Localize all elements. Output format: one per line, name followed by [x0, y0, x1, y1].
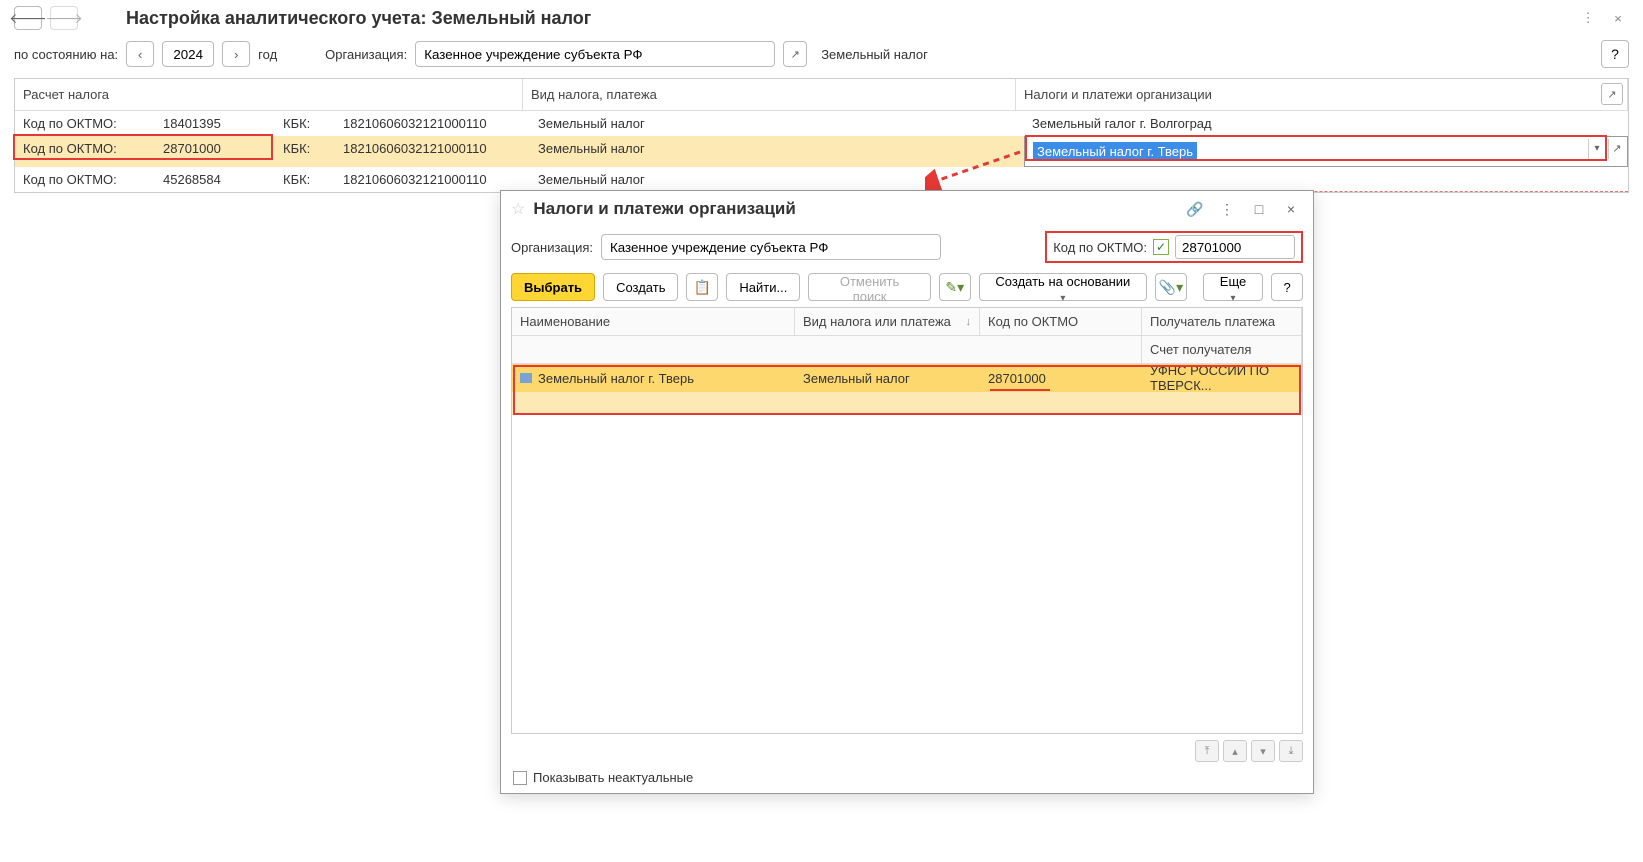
kbk-value: 18210606032121000110 — [335, 136, 530, 167]
kind-value: Земельный налог — [530, 167, 1024, 192]
org-input[interactable] — [415, 41, 775, 67]
close-icon[interactable]: × — [1279, 197, 1303, 221]
modal-dialog: ☆ Налоги и платежи организаций 🔗 ⋮ □ × О… — [500, 190, 1314, 794]
kbk-label: КБК: — [275, 167, 335, 192]
oktmo-value: 18401395 — [155, 111, 275, 136]
star-icon[interactable]: ☆ — [511, 199, 525, 219]
nav-up-icon[interactable]: ▴ — [1223, 740, 1247, 762]
kebab-icon[interactable]: ⋮ — [1577, 7, 1599, 29]
date-label: по состоянию на: — [14, 47, 118, 62]
org-open-button[interactable]: ↗ — [783, 41, 807, 67]
attach-icon[interactable]: 📎▾ — [1155, 273, 1187, 301]
oktmo-filter-input[interactable] — [1175, 235, 1295, 259]
kind-value: Земельный налог — [530, 111, 1024, 136]
oktmo-value: 28701000 — [155, 136, 275, 167]
oktmo-label: Код по ОКТМО: — [15, 167, 155, 192]
modal-table: Наименование Вид налога или платежа ↓ Ко… — [511, 307, 1303, 734]
nav-last-icon[interactable]: ⤓ — [1279, 740, 1303, 762]
oktmo-filter: Код по ОКТМО: ✓ — [1045, 231, 1303, 263]
table-row[interactable]: Код по ОКТМО: 28701000 КБК: 182106060321… — [15, 136, 1628, 167]
find-button[interactable]: Найти... — [726, 273, 800, 301]
year-prev-button[interactable]: ‹ — [126, 41, 154, 67]
annotation-underline — [990, 389, 1050, 391]
col-header-kind[interactable]: Вид налога или платежа ↓ — [795, 308, 980, 335]
kbk-value: 18210606032121000110 — [335, 167, 530, 192]
col-header-name[interactable]: Наименование — [512, 308, 795, 335]
tax-type-label: Земельный налог — [821, 47, 928, 62]
edit-icon[interactable]: ✎▾ — [939, 273, 971, 301]
select-button[interactable]: Выбрать — [511, 273, 595, 301]
table-row[interactable]: Код по ОКТМО: 18401395 КБК: 182106060321… — [15, 111, 1628, 136]
nav-down-icon[interactable]: ▾ — [1251, 740, 1275, 762]
maximize-icon[interactable]: □ — [1247, 197, 1271, 221]
modal-help-button[interactable]: ? — [1271, 273, 1303, 301]
create-button[interactable]: Создать — [603, 273, 678, 301]
list-item[interactable]: Земельный налог г. Тверь Земельный налог… — [512, 364, 1302, 392]
more-button[interactable]: Еще — [1203, 273, 1263, 301]
create-based-button[interactable]: Создать на основании — [979, 273, 1147, 301]
show-inactive-checkbox[interactable] — [513, 771, 527, 785]
oktmo-checkbox[interactable]: ✓ — [1153, 239, 1169, 255]
kbk-label: КБК: — [275, 136, 335, 167]
oktmo-value: 45268584 — [155, 167, 275, 192]
open-icon[interactable]: ↗ — [1608, 139, 1625, 159]
col-header-oktmo[interactable]: Код по ОКТМО — [980, 308, 1142, 335]
forward-button[interactable]: 🡒 — [50, 6, 78, 30]
tax-value[interactable]: Земельный галог г. Волгоград — [1024, 111, 1628, 136]
modal-org-input[interactable] — [601, 234, 941, 260]
page-title: Настройка аналитического учета: Земельны… — [126, 8, 591, 29]
copy-icon[interactable]: 📋 — [686, 273, 718, 301]
org-label: Организация: — [325, 47, 407, 62]
modal-title: Налоги и платежи организаций — [533, 199, 1175, 219]
table-row[interactable]: Код по ОКТМО: 45268584 КБК: 182106060321… — [15, 167, 1628, 192]
kbk-value: 18210606032121000110 — [335, 111, 530, 136]
link-icon[interactable]: 🔗 — [1183, 197, 1207, 221]
year-next-button[interactable]: › — [222, 41, 250, 67]
expand-icon[interactable]: ↗ — [1601, 83, 1623, 105]
main-table: Расчет налога Вид налога, платежа Налоги… — [14, 78, 1629, 193]
close-header-icon[interactable]: × — [1607, 7, 1629, 29]
tax-value[interactable] — [1024, 167, 1628, 192]
sort-down-icon: ↓ — [966, 316, 972, 328]
col-header-calc[interactable]: Расчет налога — [15, 79, 523, 110]
help-button[interactable]: ? — [1601, 40, 1629, 68]
kbk-label: КБК: — [275, 111, 335, 136]
col-header-recipient[interactable]: Получатель платежа — [1142, 308, 1302, 335]
dropdown-icon[interactable]: ▾ — [1588, 139, 1605, 159]
col-header-tax[interactable]: Налоги и платежи организации ↗ — [1016, 79, 1628, 110]
record-icon — [520, 373, 532, 383]
show-inactive-label: Показывать неактуальные — [533, 770, 693, 785]
tax-cell-editing[interactable]: Земельный налог г. Тверь ▾ ↗ — [1024, 136, 1628, 167]
back-button[interactable]: 🡐 — [14, 6, 42, 30]
kind-value: Земельный налог — [530, 136, 1024, 167]
modal-org-label: Организация: — [511, 240, 593, 255]
oktmo-label: Код по ОКТМО: — [15, 136, 155, 167]
year-unit-label: год — [258, 47, 277, 62]
year-input[interactable] — [162, 41, 214, 67]
col-header-kind[interactable]: Вид налога, платежа — [523, 79, 1016, 110]
cancel-search-button: Отменить поиск — [808, 273, 930, 301]
oktmo-filter-label: Код по ОКТМО: — [1053, 240, 1147, 255]
oktmo-label: Код по ОКТМО: — [15, 111, 155, 136]
nav-first-icon[interactable]: ⤒ — [1195, 740, 1219, 762]
kebab-icon[interactable]: ⋮ — [1215, 197, 1239, 221]
